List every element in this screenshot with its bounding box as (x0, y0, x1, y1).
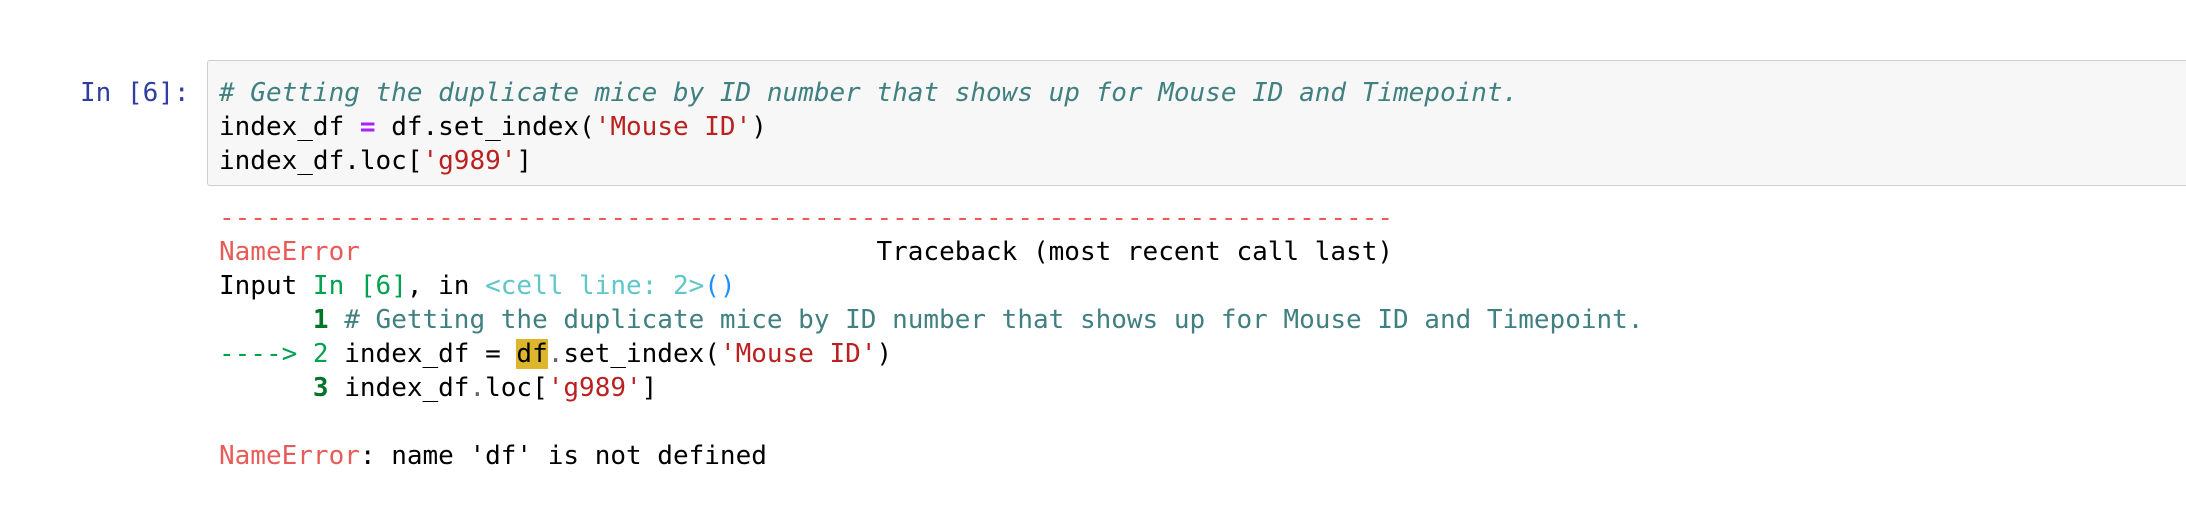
input-location: <cell line: 2> (485, 271, 705, 301)
input-sep: , in (406, 271, 486, 301)
error-type: NameError (219, 237, 360, 267)
code-token: df.set_index( (375, 112, 595, 142)
traceback-code-line-1: 1 # Getting the duplicate mice by ID num… (219, 303, 1644, 337)
traceback-header: NameError Traceback (most recent call la… (219, 235, 1643, 269)
cell-output-error: ----------------------------------------… (219, 201, 1643, 473)
traceback-code-line-2: ----> 2 index_df = df.set_index('Mouse I… (219, 337, 1643, 371)
line-number: 3 (312, 373, 329, 403)
code-string: 'g989' (547, 373, 642, 403)
code-line-1: # Getting the duplicate mice by ID numbe… (219, 76, 2186, 110)
code-operator: = (359, 112, 376, 142)
code-string: 'Mouse ID' (719, 339, 877, 369)
code-token: loc[ (485, 373, 548, 403)
code-token: index_df.loc[ (219, 146, 423, 176)
input-label: Input (219, 271, 313, 301)
code-token: index_df = (328, 339, 517, 369)
code-token: ] (516, 146, 533, 176)
code-line-2: index_df = df.set_index('Mouse ID') (219, 110, 2186, 144)
input-ref: In [6] (312, 271, 407, 301)
traceback-code-line-3: 3 index_df.loc['g989'] (219, 371, 1643, 405)
code-token: ) (876, 339, 893, 369)
code-token: set_index( (563, 339, 720, 369)
code-cell-editor[interactable]: # Getting the duplicate mice by ID numbe… (207, 60, 2186, 186)
traceback-separator: ----------------------------------------… (219, 203, 1393, 233)
error-type: NameError (219, 441, 360, 471)
code-token: index_df (328, 373, 470, 403)
code-comment: # Getting the duplicate mice by ID numbe… (219, 78, 1519, 108)
error-message: : name 'df' is not defined (359, 441, 767, 471)
header-spacer (360, 237, 877, 267)
code-line-3: index_df.loc['g989'] (219, 144, 2186, 178)
error-highlight: df (516, 339, 548, 369)
code-token: ] (641, 373, 658, 403)
input-parens: () (704, 271, 736, 301)
traceback-comment: # Getting the duplicate mice by ID numbe… (328, 305, 1644, 335)
traceback-input-line: Input In [6], in <cell line: 2>() (219, 269, 1643, 303)
code-dot: . (547, 339, 564, 369)
error-arrow: ----> 2 (219, 339, 329, 369)
code-token: index_df (219, 112, 360, 142)
error-message-line: NameError: name 'df' is not defined (219, 439, 1643, 473)
traceback-label: Traceback (most recent call last) (876, 237, 1394, 267)
cell-input-prompt: In [6]: (80, 78, 190, 108)
line-number: 1 (312, 305, 329, 335)
code-string: 'g989' (422, 146, 517, 176)
code-token: ) (751, 112, 767, 142)
code-string: 'Mouse ID' (594, 112, 752, 142)
code-dot: . (469, 373, 486, 403)
